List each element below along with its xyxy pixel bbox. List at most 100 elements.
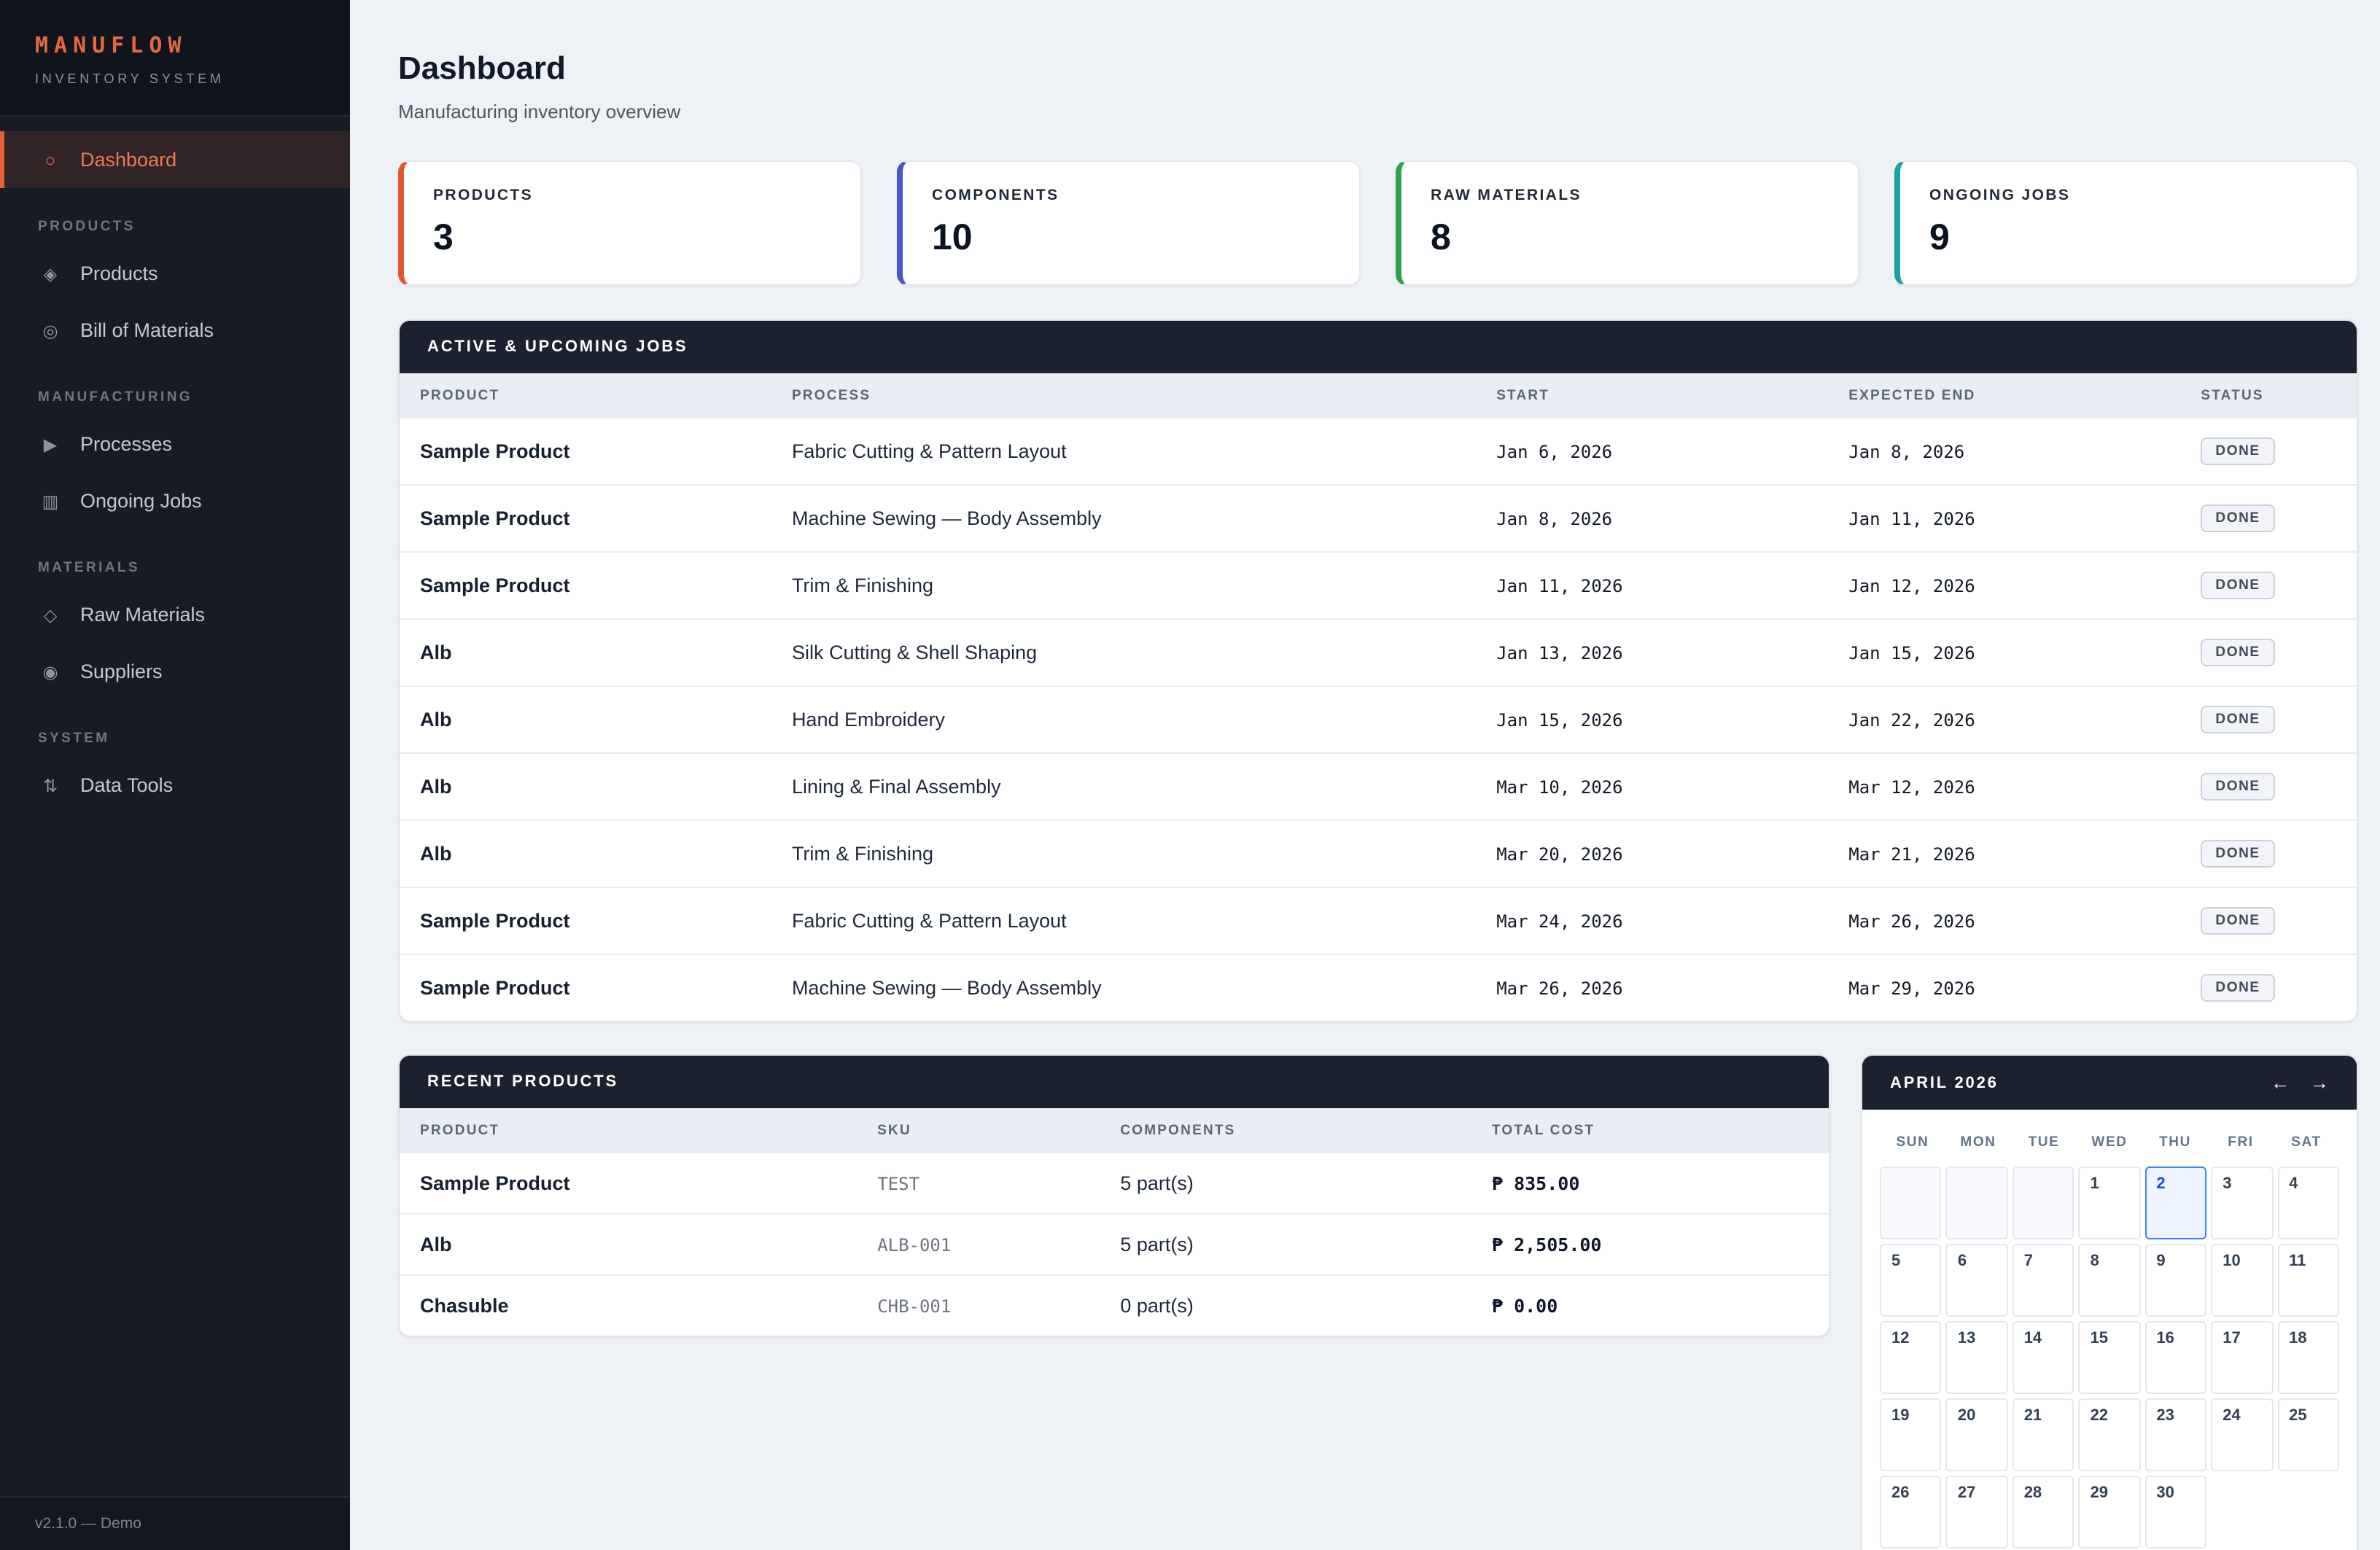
sidebar-item-dashboard[interactable]: ○Dashboard	[0, 131, 350, 188]
calendar-header: APRIL 2026 ← →	[1862, 1056, 2357, 1110]
job-product: Alb	[400, 619, 771, 686]
sidebar-item-processes[interactable]: ▶Processes	[0, 416, 350, 472]
sidebar-item-data-tools[interactable]: ⇅Data Tools	[0, 757, 350, 814]
calendar-empty-cell	[1946, 1167, 2008, 1239]
active-upcoming-jobs-panel: ACTIVE & UPCOMING JOBS PRODUCTPROCESSSTA…	[398, 319, 2358, 1022]
status-badge: DONE	[2201, 572, 2274, 599]
jobs-table-body: Sample Product Fabric Cutting & Pattern …	[400, 418, 2357, 1021]
recent-product-row[interactable]: Alb ALB-001 5 part(s) ₱ 2,505.00	[400, 1214, 1829, 1275]
recent-product-total-cost: ₱ 0.00	[1471, 1275, 1829, 1336]
calendar-day[interactable]: 14	[2012, 1321, 2074, 1394]
job-start-date: Jan 8, 2026	[1476, 485, 1828, 552]
calendar-grid: 1234567891011121314151617181920212223242…	[1880, 1167, 2339, 1549]
app-logo-subtitle: INVENTORY SYSTEM	[35, 71, 315, 86]
jobs-table-row[interactable]: Sample Product Fabric Cutting & Pattern …	[400, 887, 2357, 954]
calendar-day[interactable]: 28	[2012, 1476, 2074, 1549]
logo-block: MANUFLOW INVENTORY SYSTEM	[0, 0, 350, 117]
calendar-day[interactable]: 9	[2144, 1244, 2206, 1317]
recent-product-row[interactable]: Chasuble CHB-001 0 part(s) ₱ 0.00	[400, 1275, 1829, 1336]
app-root: MANUFLOW INVENTORY SYSTEM ○Dashboard PROD…	[0, 0, 2380, 1550]
calendar-next-icon[interactable]: →	[2310, 1073, 2329, 1092]
recent-products-panel: RECENT PRODUCTS PRODUCTSKUCOMPONENTSTOTA…	[398, 1054, 1830, 1337]
stat-card-raw-materials: RAW MATERIALS8	[1396, 160, 1859, 286]
calendar-day[interactable]: 26	[1880, 1476, 1942, 1549]
stat-label: PRODUCTS	[433, 187, 831, 204]
jobs-table-row[interactable]: Sample Product Machine Sewing — Body Ass…	[400, 485, 2357, 552]
sidebar-item-label: Raw Materials	[80, 604, 205, 626]
recent-product-name: Chasuble	[400, 1275, 857, 1336]
recent-product-row[interactable]: Sample Product TEST 5 part(s) ₱ 835.00	[400, 1153, 1829, 1214]
calendar-weekday-label: SUN	[1880, 1124, 1945, 1161]
job-start-date: Mar 26, 2026	[1476, 954, 1828, 1021]
job-expected-end-date: Jan 11, 2026	[1828, 485, 2180, 552]
column-header-product: PRODUCT	[400, 373, 771, 418]
job-start-date: Jan 13, 2026	[1476, 619, 1828, 686]
calendar-day-selected[interactable]: 2	[2144, 1167, 2206, 1239]
job-expected-end-date: Mar 12, 2026	[1828, 753, 2180, 820]
sidebar-item-products[interactable]: ◈Products	[0, 245, 350, 302]
recent-product-sku: CHB-001	[857, 1275, 1100, 1336]
sidebar-item-bill-of-materials[interactable]: ◎Bill of Materials	[0, 302, 350, 359]
calendar-day[interactable]: 3	[2211, 1167, 2273, 1239]
jobs-table-row[interactable]: Alb Silk Cutting & Shell Shaping Jan 13,…	[400, 619, 2357, 686]
sidebar-item-suppliers[interactable]: ◉Suppliers	[0, 643, 350, 700]
recent-product-sku: TEST	[857, 1153, 1100, 1214]
sidebar-item-ongoing-jobs[interactable]: ▥Ongoing Jobs	[0, 472, 350, 529]
calendar-day[interactable]: 21	[2012, 1398, 2074, 1471]
jobs-table-row[interactable]: Sample Product Machine Sewing — Body Ass…	[400, 954, 2357, 1021]
calendar-day[interactable]: 18	[2277, 1321, 2339, 1394]
calendar-day[interactable]: 5	[1880, 1244, 1942, 1317]
calendar-prev-icon[interactable]: ←	[2271, 1073, 2290, 1092]
calendar-day[interactable]: 19	[1880, 1398, 1942, 1471]
jobs-table-row[interactable]: Sample Product Trim & Finishing Jan 11, …	[400, 552, 2357, 619]
calendar-day[interactable]: 22	[2079, 1398, 2141, 1471]
calendar-day[interactable]: 8	[2079, 1244, 2141, 1317]
calendar-day[interactable]: 25	[2277, 1398, 2339, 1471]
calendar-day[interactable]: 11	[2277, 1244, 2339, 1317]
jobs-table-row[interactable]: Alb Hand Embroidery Jan 15, 2026 Jan 22,…	[400, 686, 2357, 753]
calendar-day[interactable]: 12	[1880, 1321, 1942, 1394]
calendar-weekday-label: WED	[2077, 1124, 2142, 1161]
calendar-day[interactable]: 30	[2144, 1476, 2206, 1549]
column-header-product: PRODUCT	[400, 1108, 857, 1153]
jobs-table-row[interactable]: Alb Trim & Finishing Mar 20, 2026 Mar 21…	[400, 820, 2357, 887]
column-header-process: PROCESS	[771, 373, 1476, 418]
page-subtitle: Manufacturing inventory overview	[398, 101, 2358, 122]
job-status-cell: DONE	[2180, 686, 2357, 753]
status-badge: DONE	[2201, 639, 2274, 666]
job-status-cell: DONE	[2180, 753, 2357, 820]
calendar-day[interactable]: 20	[1946, 1398, 2008, 1471]
calendar-day[interactable]: 7	[2012, 1244, 2074, 1317]
calendar-day[interactable]: 10	[2211, 1244, 2273, 1317]
jobs-table-row[interactable]: Sample Product Fabric Cutting & Pattern …	[400, 418, 2357, 485]
calendar-weekday-label: FRI	[2208, 1124, 2274, 1161]
calendar-day[interactable]: 15	[2079, 1321, 2141, 1394]
status-badge: DONE	[2201, 505, 2274, 532]
calendar-title: APRIL 2026	[1890, 1074, 1999, 1091]
job-start-date: Jan 15, 2026	[1476, 686, 1828, 753]
sidebar-item-label: Products	[80, 262, 158, 284]
recent-product-name: Alb	[400, 1214, 857, 1275]
stat-card-components: COMPONENTS10	[897, 160, 1361, 286]
status-badge: DONE	[2201, 840, 2274, 868]
calendar-day[interactable]: 1	[2079, 1167, 2141, 1239]
calendar-day[interactable]: 17	[2211, 1321, 2273, 1394]
calendar-day[interactable]: 29	[2079, 1476, 2141, 1549]
job-process: Lining & Final Assembly	[771, 753, 1476, 820]
calendar-day[interactable]: 6	[1946, 1244, 2008, 1317]
jobs-table-header-row: PRODUCTPROCESSSTARTEXPECTED ENDSTATUS	[400, 373, 2357, 418]
sidebar-item-raw-materials[interactable]: ◇Raw Materials	[0, 586, 350, 643]
stats-row: PRODUCTS3COMPONENTS10RAW MATERIALS8ONGOI…	[398, 160, 2358, 286]
recent-product-components: 5 part(s)	[1100, 1214, 1471, 1275]
jobs-table-row[interactable]: Alb Lining & Final Assembly Mar 10, 2026…	[400, 753, 2357, 820]
calendar-day[interactable]: 27	[1946, 1476, 2008, 1549]
nav-section-label: SYSTEM	[38, 731, 350, 747]
calendar-day[interactable]: 13	[1946, 1321, 2008, 1394]
calendar-day[interactable]: 23	[2144, 1398, 2206, 1471]
recent-product-components: 0 part(s)	[1100, 1275, 1471, 1336]
calendar-day[interactable]: 4	[2277, 1167, 2339, 1239]
column-header-start: START	[1476, 373, 1828, 418]
job-product: Sample Product	[400, 954, 771, 1021]
calendar-day[interactable]: 24	[2211, 1398, 2273, 1471]
calendar-day[interactable]: 16	[2144, 1321, 2206, 1394]
